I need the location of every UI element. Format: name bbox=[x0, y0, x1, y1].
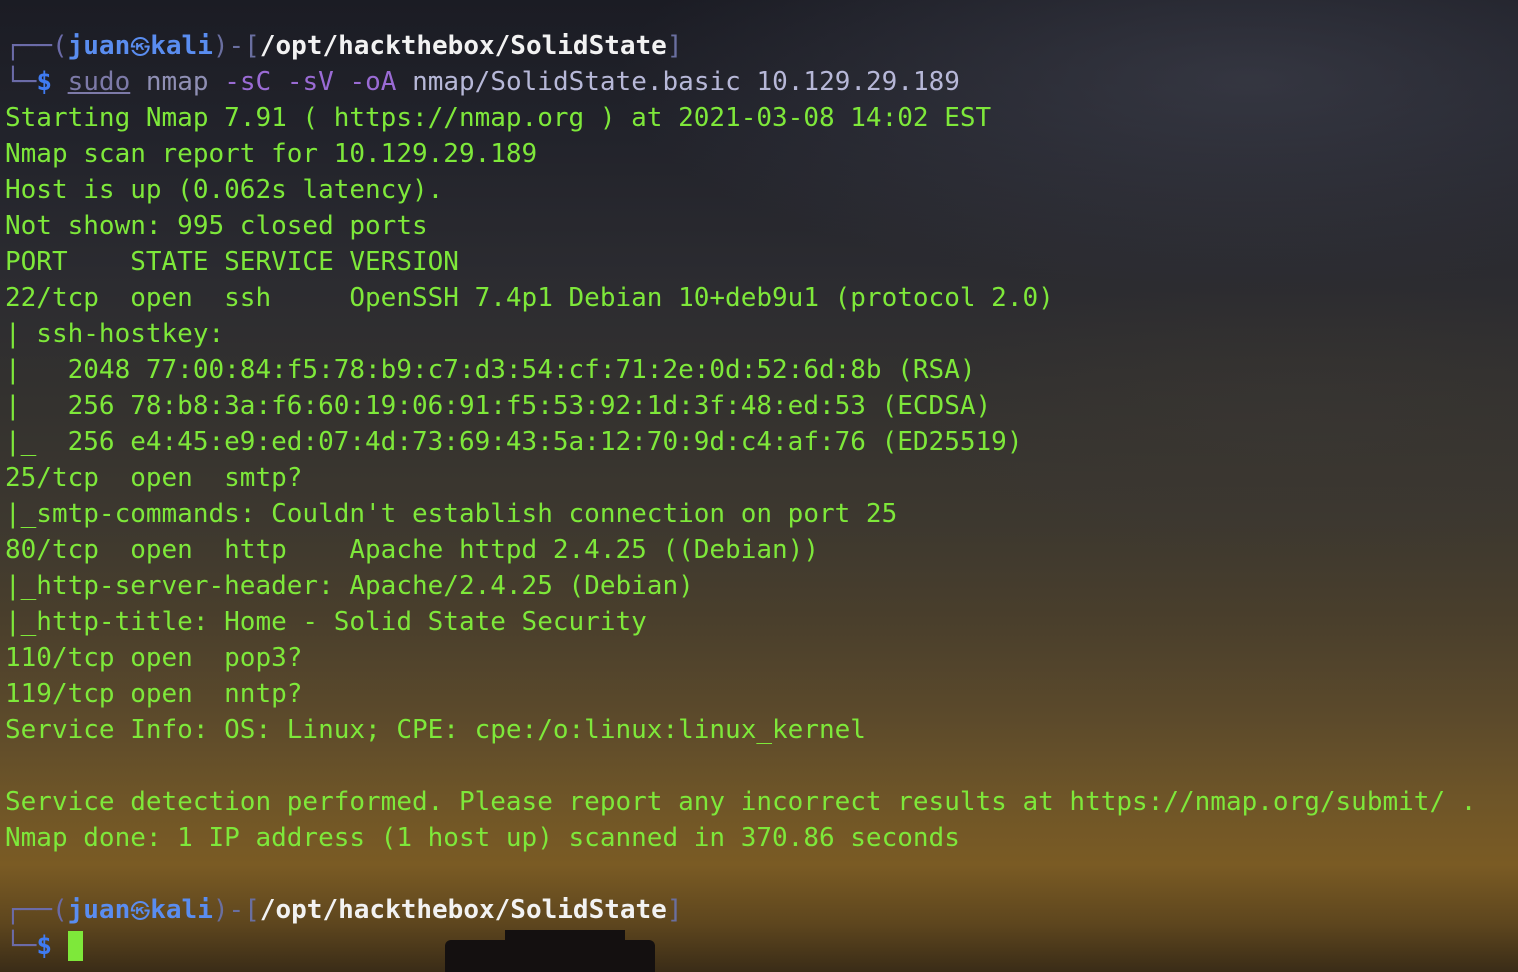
kali-skull-icon: ㉿ bbox=[130, 35, 151, 59]
output-line: 25/tcp open smtp? bbox=[5, 463, 303, 493]
output-line: 119/tcp open nntp? bbox=[5, 679, 303, 709]
output-line: |_ 256 e4:45:e9:ed:07:4d:73:69:43:5a:12:… bbox=[5, 427, 1023, 457]
prompt-corner-bottom: └─ bbox=[5, 67, 37, 97]
output-line: Host is up (0.062s latency). bbox=[5, 175, 444, 205]
prompt-dollar: $ bbox=[36, 67, 52, 97]
output-line: Not shown: 995 closed ports bbox=[5, 211, 428, 241]
prompt-corner-bottom: └─ bbox=[5, 931, 37, 961]
output-line: 80/tcp open http Apache httpd 2.4.25 ((D… bbox=[5, 535, 819, 565]
prompt-close-bracket: ] bbox=[666, 895, 683, 925]
output-line: |_http-title: Home - Solid State Securit… bbox=[5, 607, 647, 637]
command-target-ip: 10.129.29.189 bbox=[756, 67, 960, 97]
output-line: 22/tcp open ssh OpenSSH 7.4p1 Debian 10+… bbox=[5, 283, 1054, 313]
prompt-user: juan bbox=[67, 31, 131, 61]
command-flag-sv: -sV bbox=[286, 67, 334, 97]
command-flag-oa: -oA bbox=[349, 67, 397, 97]
output-line: | 256 78:b8:3a:f6:60:19:06:91:f5:53:92:1… bbox=[5, 391, 992, 421]
prompt-close-bracket: ] bbox=[666, 31, 683, 61]
command-line: └─$ sudo nmap -sC -sV -oA nmap/SolidStat… bbox=[0, 64, 1518, 100]
kali-skull-icon: ㉿ bbox=[130, 899, 151, 923]
text-cursor[interactable] bbox=[67, 931, 83, 961]
prompt-corner-top: ┌──( bbox=[5, 31, 68, 61]
prompt-line-1: ┌──(juan㉿kali)-[/opt/hackthebox/SolidSta… bbox=[0, 28, 1518, 64]
output-line: | 2048 77:00:84:f5:78:b9:c7:d3:54:cf:71:… bbox=[5, 355, 976, 385]
output-line: |_smtp-commands: Couldn't establish conn… bbox=[5, 499, 898, 529]
prompt-path: /opt/hackthebox/SolidState bbox=[259, 31, 667, 61]
prompt-host: kali bbox=[150, 31, 213, 61]
prompt-user: juan bbox=[67, 895, 131, 925]
output-line: Nmap done: 1 IP address (1 host up) scan… bbox=[5, 823, 960, 853]
terminal-window[interactable]: ┌──(juan㉿kali)-[/opt/hackthebox/SolidSta… bbox=[0, 28, 1518, 964]
output-line: | ssh-hostkey: bbox=[5, 319, 225, 349]
output-line: Starting Nmap 7.91 ( https://nmap.org ) … bbox=[5, 103, 992, 133]
output-line: Nmap scan report for 10.129.29.189 bbox=[5, 139, 538, 169]
prompt-host: kali bbox=[150, 895, 213, 925]
prompt-dollar: $ bbox=[36, 931, 52, 961]
command-nmap: nmap bbox=[145, 67, 209, 97]
output-line: 110/tcp open pop3? bbox=[5, 643, 303, 673]
command-output-path: nmap/SolidState.basic bbox=[412, 67, 741, 97]
prompt-separator: )-[ bbox=[212, 31, 260, 61]
command-sudo: sudo bbox=[67, 67, 131, 97]
output-line: PORT STATE SERVICE VERSION bbox=[5, 247, 459, 277]
prompt-line-2: ┌──(juan㉿kali)-[/opt/hackthebox/SolidSta… bbox=[0, 892, 1518, 928]
background-silhouette bbox=[445, 930, 655, 972]
prompt-separator: )-[ bbox=[212, 895, 260, 925]
prompt-path: /opt/hackthebox/SolidState bbox=[259, 895, 667, 925]
prompt-corner-top: ┌──( bbox=[5, 895, 68, 925]
input-line[interactable]: └─$ bbox=[0, 928, 1518, 964]
output-line: Service detection performed. Please repo… bbox=[5, 787, 1477, 817]
output-line: Service Info: OS: Linux; CPE: cpe:/o:lin… bbox=[5, 715, 866, 745]
output-line: |_http-server-header: Apache/2.4.25 (Deb… bbox=[5, 571, 694, 601]
command-flag-sc: -sC bbox=[224, 67, 272, 97]
